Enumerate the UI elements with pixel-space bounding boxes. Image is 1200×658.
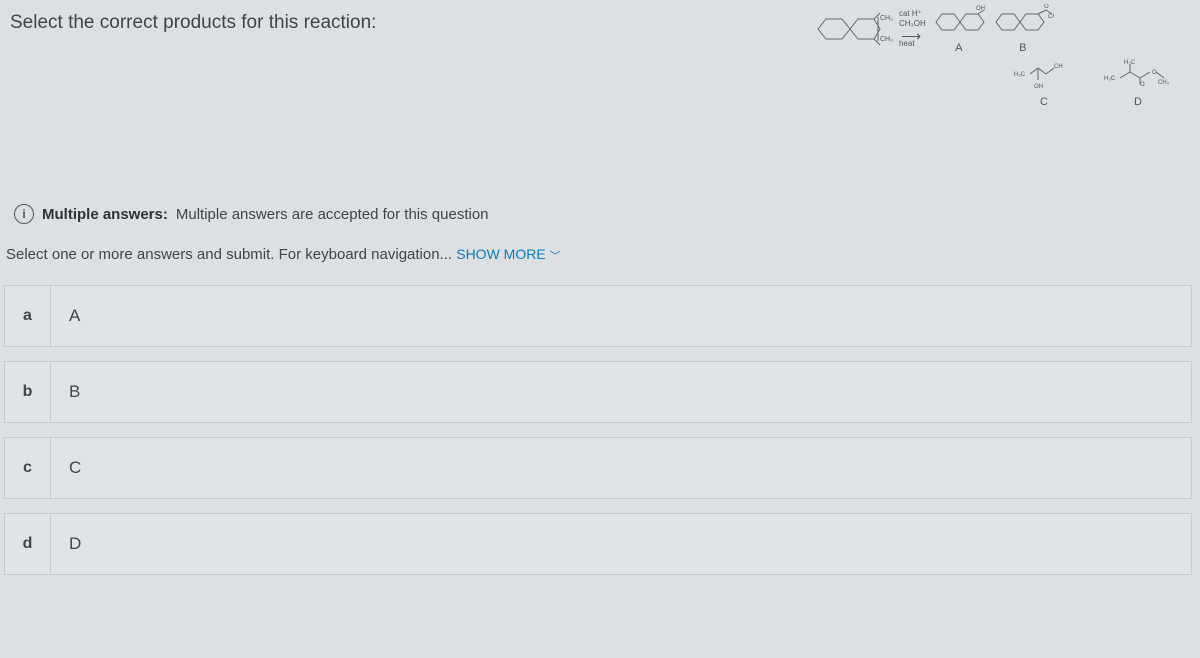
multiple-answers-info: i Multiple answers: Multiple answers are… xyxy=(14,204,1200,224)
option-label-b: B xyxy=(51,382,80,402)
info-text: Multiple answers are accepted for this q… xyxy=(176,206,489,223)
option-key-c: c xyxy=(5,438,51,498)
option-key-a: a xyxy=(5,286,51,346)
svg-text:CH₃: CH₃ xyxy=(1048,14,1054,20)
option-c[interactable]: c C xyxy=(4,437,1192,499)
instructions-row: Select one or more answers and submit. F… xyxy=(6,246,1200,263)
svg-text:CH: CH xyxy=(1054,64,1063,70)
svg-text:O: O xyxy=(1140,82,1145,88)
svg-text:H₃C: H₃C xyxy=(1104,76,1116,82)
product-c: H₃C CH OH C xyxy=(1014,58,1074,108)
product-b-label: B xyxy=(1019,42,1026,54)
ch3-label-bottom: CH₃ xyxy=(880,36,893,43)
svg-text:OH: OH xyxy=(1034,84,1043,90)
reagent-2: CH₃OH xyxy=(899,19,926,29)
product-d: H₃C H₃C O O CH₃ D xyxy=(1104,58,1172,108)
product-b: O CH₃ B xyxy=(992,4,1054,54)
chevron-down-icon: ﹀ xyxy=(550,250,561,262)
reaction-diagram: CH₃ CH₃ cat H⁺ CH₃OH ⟶ heat OH A xyxy=(812,4,1192,164)
show-more-label: SHOW MORE xyxy=(456,246,545,262)
instructions-text: Select one or more answers and submit. F… xyxy=(6,246,456,263)
svg-text:O: O xyxy=(1044,4,1049,10)
option-a[interactable]: a A xyxy=(4,285,1192,347)
reagent-3: heat xyxy=(899,39,926,49)
option-label-c: C xyxy=(51,458,81,478)
starting-material: CH₃ CH₃ xyxy=(812,9,893,49)
option-label-d: D xyxy=(51,534,81,554)
info-icon: i xyxy=(14,204,34,224)
option-key-d: d xyxy=(5,514,51,574)
answer-options: a A b B c C d D xyxy=(0,285,1200,575)
product-d-label: D xyxy=(1134,96,1142,108)
option-key-b: b xyxy=(5,362,51,422)
reagent-1: cat H⁺ xyxy=(899,9,926,19)
ch3-label-top: CH₃ xyxy=(880,15,893,22)
product-a-label: A xyxy=(955,42,962,54)
reaction-conditions: cat H⁺ CH₃OH ⟶ heat xyxy=(899,9,926,49)
product-a: OH A xyxy=(932,4,986,54)
svg-text:OH: OH xyxy=(976,6,985,12)
info-bold-text: Multiple answers: xyxy=(42,206,168,223)
option-label-a: A xyxy=(51,306,80,326)
option-b[interactable]: b B xyxy=(4,361,1192,423)
product-c-label: C xyxy=(1040,96,1048,108)
show-more-link[interactable]: SHOW MORE ﹀ xyxy=(456,246,560,262)
option-d[interactable]: d D xyxy=(4,513,1192,575)
svg-text:CH₃: CH₃ xyxy=(1158,80,1170,86)
svg-text:H₃C: H₃C xyxy=(1014,72,1026,78)
svg-text:O: O xyxy=(1152,70,1157,76)
